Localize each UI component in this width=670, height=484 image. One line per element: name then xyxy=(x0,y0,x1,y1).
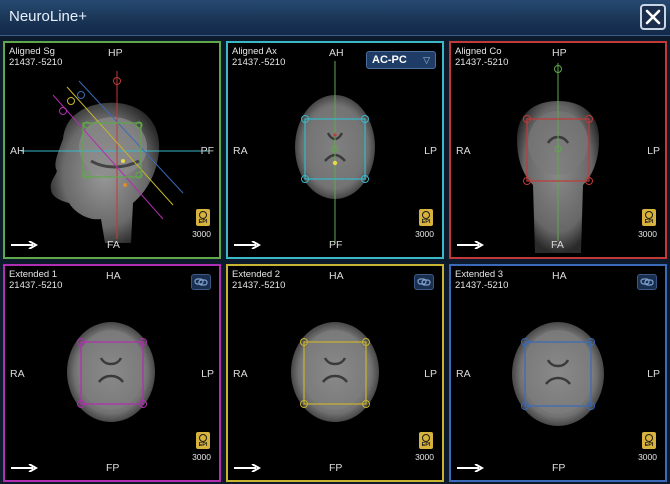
link-button[interactable] xyxy=(191,274,211,290)
orient-right: LP xyxy=(424,368,437,380)
extended-image xyxy=(67,322,155,422)
viewport-extended-3[interactable]: Extended 3 21437.-5210 HA FP RA LP EPI 30… xyxy=(449,264,667,482)
arrow-right-icon xyxy=(234,464,262,472)
series-id: 21437.-5210 xyxy=(455,280,509,291)
orient-left: RA xyxy=(456,145,471,157)
orient-right: PF xyxy=(200,145,214,157)
arrow-right-icon xyxy=(457,241,485,249)
series-id: 21437.-5210 xyxy=(9,280,63,291)
tr-value: 3000 xyxy=(192,452,211,462)
series-id: 21437.-5210 xyxy=(232,280,286,291)
series-name: Aligned Ax xyxy=(232,46,277,57)
chevron-down-icon: ▽ xyxy=(423,55,430,65)
orient-left: AH xyxy=(10,145,25,157)
viewport-label: Extended 2 21437.-5210 xyxy=(232,269,285,291)
viewport-label: Extended 1 21437.-5210 xyxy=(9,269,62,291)
close-icon xyxy=(645,9,661,25)
orient-bottom: PF xyxy=(329,239,343,251)
orient-right: LP xyxy=(647,145,660,157)
sagittal-image xyxy=(21,71,209,243)
link-button[interactable] xyxy=(637,274,657,290)
arrow-right-icon xyxy=(234,241,262,249)
link-icon xyxy=(194,278,208,286)
orient-bottom: FP xyxy=(329,462,343,474)
axial-image xyxy=(295,61,375,243)
arrow-right-icon xyxy=(457,464,485,472)
viewport-label: Aligned Sg 21437.-5210 xyxy=(9,46,62,68)
epi-badge: EPI xyxy=(419,209,433,226)
link-button[interactable] xyxy=(414,274,434,290)
series-name: Aligned Sg xyxy=(9,46,55,57)
series-name: Aligned Co xyxy=(455,46,502,57)
orient-top: HP xyxy=(108,47,123,59)
series-name: Extended 1 xyxy=(9,269,58,280)
tr-value: 3000 xyxy=(638,452,657,462)
tr-value: 3000 xyxy=(192,229,211,239)
viewport-label: Aligned Co 21437.-5210 xyxy=(455,46,508,68)
viewport-label: Extended 3 21437.-5210 xyxy=(455,269,508,291)
series-id: 21437.-5210 xyxy=(455,57,509,68)
coronal-image xyxy=(517,63,599,253)
orient-top: AH xyxy=(329,47,344,59)
series-id: 21437.-5210 xyxy=(232,57,286,68)
tr-value: 3000 xyxy=(415,452,434,462)
orient-right: LP xyxy=(647,368,660,380)
viewport-aligned-sg[interactable]: Aligned Sg 21437.-5210 HP FA AH PF EPI 30… xyxy=(3,41,221,259)
orient-bottom: FP xyxy=(106,462,120,474)
orient-bottom: FA xyxy=(551,239,564,251)
orient-top: HP xyxy=(552,47,567,59)
arrow-right-icon xyxy=(11,464,39,472)
orient-right: LP xyxy=(201,368,214,380)
orient-left: RA xyxy=(10,368,25,380)
epi-badge: EPI xyxy=(642,432,656,449)
viewport-aligned-ax[interactable]: Aligned Ax 21437.-5210 AC-PC ▽ AH PF RA LP… xyxy=(226,41,444,259)
title-bar: NeuroLine+ xyxy=(0,0,670,36)
alignment-dropdown[interactable]: AC-PC ▽ xyxy=(366,51,436,69)
tr-value: 3000 xyxy=(638,229,657,239)
extended-image xyxy=(512,322,604,426)
viewport-extended-1[interactable]: Extended 1 21437.-5210 HA FP RA LP EPI 30… xyxy=(3,264,221,482)
orient-bottom: FA xyxy=(107,239,120,251)
orient-right: LP xyxy=(424,145,437,157)
orient-left: RA xyxy=(233,145,248,157)
viewport-aligned-co[interactable]: Aligned Co 21437.-5210 HP FA RA LP EPI 30… xyxy=(449,41,667,259)
orient-left: RA xyxy=(456,368,471,380)
orient-top: HA xyxy=(106,270,121,282)
series-name: Extended 2 xyxy=(232,269,281,280)
series-id: 21437.-5210 xyxy=(9,57,63,68)
link-icon xyxy=(640,278,654,286)
link-icon xyxy=(417,278,431,286)
orient-top: HA xyxy=(552,270,567,282)
arrow-right-icon xyxy=(11,241,39,249)
epi-badge: EPI xyxy=(196,432,210,449)
viewport-extended-2[interactable]: Extended 2 21437.-5210 HA FP RA LP EPI 30… xyxy=(226,264,444,482)
orient-top: HA xyxy=(329,270,344,282)
orient-bottom: FP xyxy=(552,462,566,474)
epi-badge: EPI xyxy=(642,209,656,226)
orient-left: RA xyxy=(233,368,248,380)
viewport-label: Aligned Ax 21437.-5210 xyxy=(232,46,285,68)
neuroline-window: NeuroLine+ Aligned Sg 21437.-5210 HP FA … xyxy=(0,0,670,484)
epi-badge: EPI xyxy=(196,209,210,226)
tr-value: 3000 xyxy=(415,229,434,239)
series-name: Extended 3 xyxy=(455,269,504,280)
epi-badge: EPI xyxy=(419,432,433,449)
extended-image xyxy=(291,322,379,422)
close-button[interactable] xyxy=(640,4,666,30)
window-title: NeuroLine+ xyxy=(9,8,87,25)
